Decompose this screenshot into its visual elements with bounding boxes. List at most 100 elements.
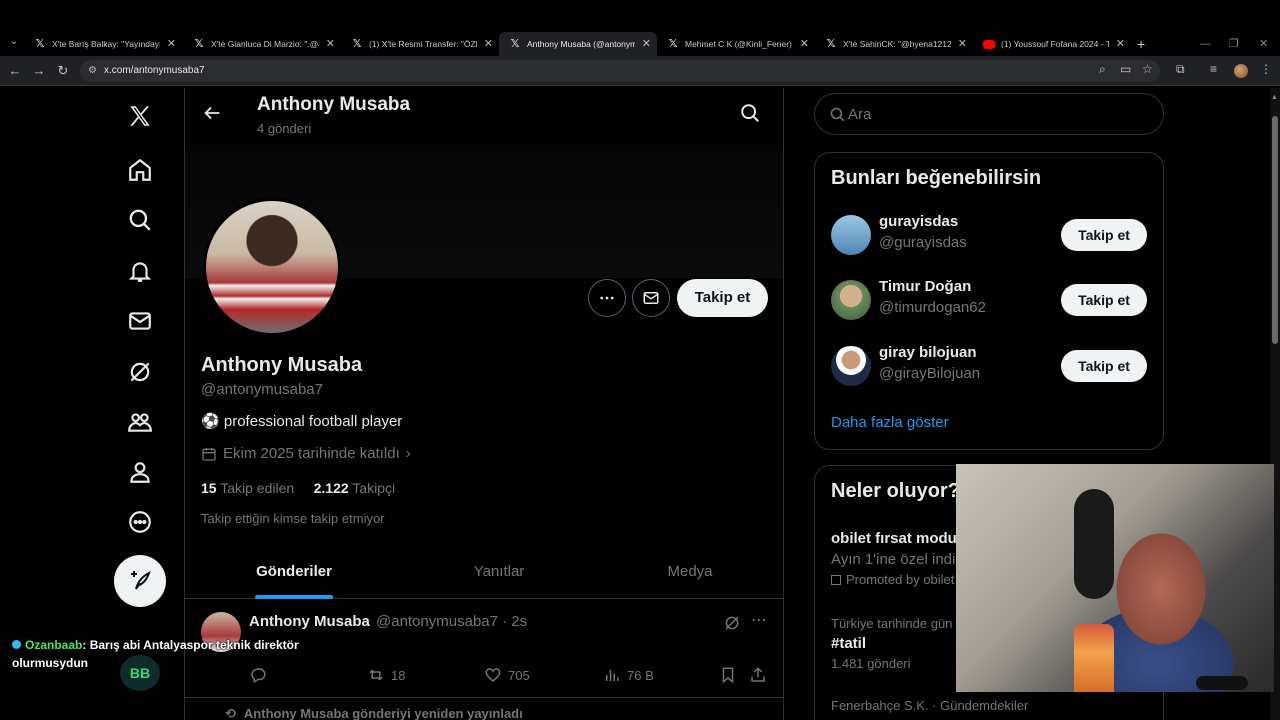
compose-post-button[interactable] — [114, 555, 166, 607]
nav-home[interactable] — [120, 150, 160, 190]
close-tab-icon[interactable]: ✕ — [800, 32, 809, 56]
x-logo-icon: 𝕏 — [35, 38, 45, 50]
webcam-badge — [1196, 676, 1248, 690]
nav-messages[interactable] — [120, 301, 160, 341]
mail-icon — [643, 292, 659, 304]
trend-item[interactable]: Fenerbahçe S.K. · Gündemdekiler — [831, 698, 1151, 713]
close-tab-icon[interactable]: ✕ — [958, 32, 967, 56]
tab-title: X'te SahinCK: "@hyena121212 — [843, 39, 951, 49]
search-icon[interactable] — [739, 102, 761, 124]
stream-logo: BB — [120, 655, 160, 691]
follow-user-button[interactable]: Takip et — [1061, 284, 1147, 316]
tab-posts[interactable]: Gönderiler — [185, 551, 403, 599]
show-more-link[interactable]: Daha fazla göster — [831, 414, 949, 431]
browser-tab-3[interactable]: 𝕏 (1) X'te Resmi Transfer: "ÖZEL| ✕ — [341, 32, 499, 56]
nav-notifications[interactable] — [120, 251, 160, 291]
heart-icon — [485, 668, 501, 682]
header-name: Anthony Musaba — [257, 94, 411, 115]
search-input[interactable]: Ara — [814, 93, 1164, 135]
zoom-icon[interactable]: ⌕ — [1099, 62, 1106, 77]
more-horizontal-icon[interactable]: ⋯ — [751, 610, 767, 630]
join-date[interactable]: Ekim 2025 tarihinde katıldı › — [201, 445, 411, 462]
like-button[interactable]: 705 — [484, 666, 530, 684]
follow-user-button[interactable]: Takip et — [1061, 219, 1147, 251]
youtube-icon — [983, 40, 995, 49]
close-tab-icon[interactable]: ✕ — [484, 32, 493, 56]
browser-tab-5[interactable]: 𝕏 Mehmet C K (@Kinli_Fener) / X ✕ — [657, 32, 815, 56]
suggested-user[interactable]: giray bilojuan @girayBilojuan Takip et — [831, 342, 1149, 390]
repost-icon — [369, 669, 383, 681]
browser-menu-icon[interactable]: ⋮ — [1260, 62, 1272, 76]
tab-media[interactable]: Medya — [595, 551, 783, 599]
avatar[interactable] — [831, 280, 871, 320]
close-window-icon[interactable]: ✕ — [1259, 32, 1268, 56]
tab-title: X'te Gianluca Di Marzio: ".@aca — [211, 39, 319, 49]
nav-profile[interactable] — [120, 452, 160, 492]
browser-tab-6[interactable]: 𝕏 X'te SahinCK: "@hyena121212 ✕ — [815, 32, 973, 56]
tab-search-chevron-icon[interactable]: ⌄ — [6, 34, 22, 50]
bookmark-star-icon[interactable]: ☆ — [1142, 62, 1153, 76]
close-tab-icon[interactable]: ✕ — [642, 32, 651, 56]
browser-tab-active[interactable]: 𝕏 Anthony Musaba (@antonymu ✕ — [499, 32, 657, 56]
x-logo-icon: 𝕏 — [194, 38, 204, 50]
grok-icon[interactable] — [723, 614, 741, 632]
close-tab-icon[interactable]: ✕ — [167, 32, 176, 56]
tab-replies[interactable]: Yanıtlar — [403, 551, 595, 599]
avatar[interactable] — [831, 215, 871, 255]
following-link[interactable]: 15 Takip edilen — [201, 480, 294, 496]
profile-avatar[interactable] — [203, 198, 341, 336]
new-tab-button[interactable]: + — [1137, 32, 1145, 56]
share-button[interactable] — [749, 666, 767, 684]
cast-icon[interactable]: ▭ — [1120, 62, 1131, 76]
home-icon — [129, 158, 151, 181]
media-controls-icon[interactable]: ≡ — [1210, 62, 1217, 76]
follow-button[interactable]: Takip et — [677, 279, 768, 317]
follow-stats: 15 Takip edilen 2.122 Takipçi — [201, 480, 395, 496]
chevron-right-icon: › — [405, 445, 411, 462]
profile-handle: @antonymusaba7 — [201, 381, 323, 398]
close-tab-icon[interactable]: ✕ — [1116, 32, 1125, 56]
suggested-user[interactable]: gurayisdas @gurayisdas Takip et — [831, 211, 1149, 259]
nav-grok[interactable] — [120, 352, 160, 392]
followers-link[interactable]: 2.122 Takipçi — [314, 480, 395, 496]
back-arrow-icon[interactable]: ← — [6, 62, 24, 80]
follow-user-button[interactable]: Takip et — [1061, 350, 1147, 382]
repost-icon: ⟲ — [225, 706, 236, 720]
site-info-icon[interactable]: ⚙ — [88, 60, 97, 82]
views-button[interactable]: 76 B — [603, 666, 654, 684]
nav-more[interactable] — [120, 502, 160, 542]
tab-title: Mehmet C K (@Kinli_Fener) / X — [685, 39, 793, 49]
quill-plus-icon — [131, 571, 151, 590]
browser-tab-7[interactable]: (1) Youssouf Fofana 2024 - The ✕ — [973, 32, 1131, 56]
browser-toolbar: ← → ↻ ⚙ x.com/antonymusaba7 ⌕ ▭ ☆ ⧉ ≡ ⋮ — [0, 56, 1280, 86]
nav-explore[interactable] — [120, 200, 160, 240]
browser-tab-1[interactable]: 𝕏 X'te Barış Balkay: "Yayındayım. ✕ — [24, 32, 182, 56]
avatar[interactable] — [831, 346, 871, 386]
browser-profile-avatar[interactable] — [1234, 64, 1248, 78]
nav-communities[interactable] — [120, 402, 160, 442]
profile-column: Anthony Musaba 4 gönderi Takip et Anthon… — [184, 88, 784, 720]
back-arrow-icon[interactable] — [201, 102, 223, 124]
tab-title: X'te Barış Balkay: "Yayındayım. — [52, 39, 160, 49]
bookmark-button[interactable] — [719, 666, 737, 684]
close-tab-icon[interactable]: ✕ — [326, 32, 335, 56]
scrollbar-thumb[interactable] — [1272, 116, 1278, 344]
tab-title: (1) X'te Resmi Transfer: "ÖZEL| — [369, 39, 477, 49]
headset-shape — [1074, 489, 1114, 599]
reload-icon[interactable]: ↻ — [54, 62, 72, 80]
restore-window-icon[interactable]: ❐ — [1229, 32, 1239, 56]
browser-tab-2[interactable]: 𝕏 X'te Gianluca Di Marzio: ".@aca ✕ — [183, 32, 341, 56]
address-bar[interactable]: ⚙ x.com/antonymusaba7 — [80, 60, 1160, 82]
repost-button[interactable]: 18 — [367, 666, 405, 684]
minimize-window-icon[interactable]: — — [1200, 32, 1211, 56]
post-author-name[interactable]: Anthony Musaba — [249, 613, 370, 630]
x-home-logo[interactable] — [120, 96, 160, 136]
message-button[interactable] — [632, 279, 670, 317]
x-logo-icon — [130, 106, 150, 126]
suggested-user[interactable]: Timur Doğan @timurdogan62 Takip et — [831, 276, 1149, 324]
extensions-icon[interactable]: ⧉ — [1176, 62, 1185, 77]
scroll-up-icon[interactable]: ▲ — [1271, 94, 1278, 101]
forward-arrow-icon[interactable]: → — [30, 62, 48, 80]
more-options-button[interactable] — [588, 279, 626, 317]
post-author-handle[interactable]: @antonymusaba7 · 2s — [376, 613, 527, 630]
